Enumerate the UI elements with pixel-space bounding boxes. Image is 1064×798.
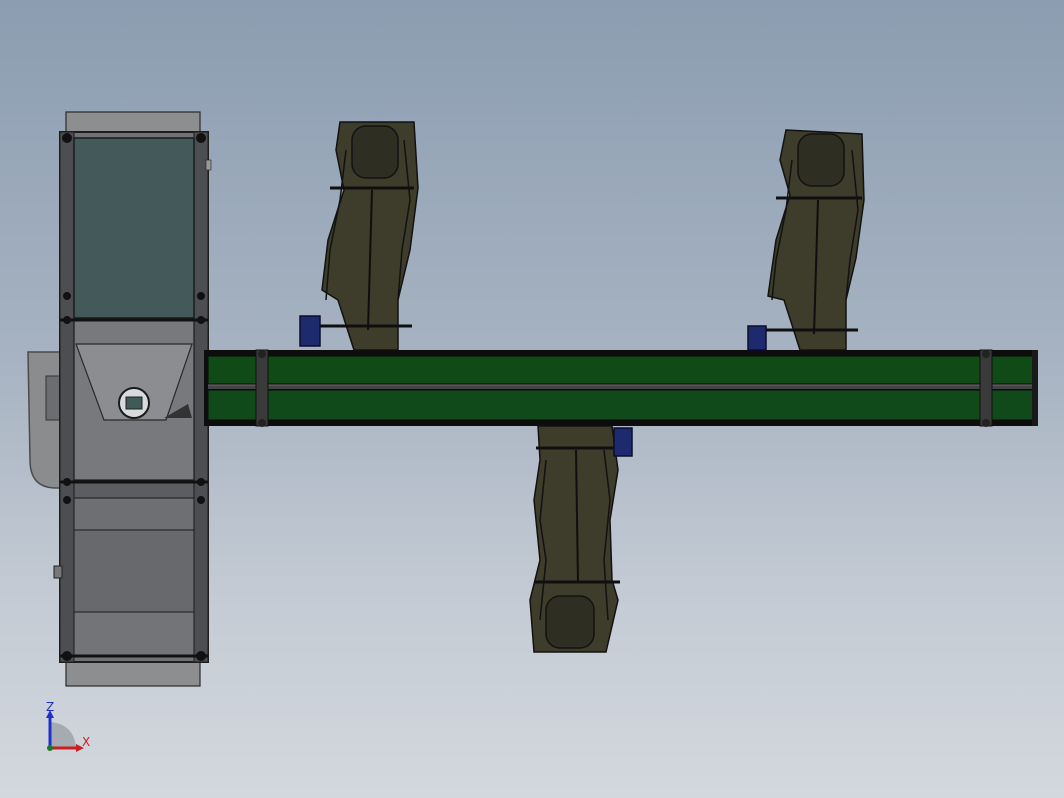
roller-bolt <box>258 419 266 427</box>
left-post <box>59 131 75 663</box>
roller-bolt <box>258 350 266 358</box>
chute-motor <box>747 325 767 351</box>
chute-roller-top <box>797 133 845 187</box>
lower-panel-4 <box>73 611 195 657</box>
roller-left <box>255 349 269 427</box>
lower-panel-2 <box>73 497 195 531</box>
chute-conveyor-1[interactable] <box>299 121 419 351</box>
conveyor-belt-lower <box>207 389 1035 421</box>
lower-panel-1 <box>73 481 195 499</box>
cad-viewport[interactable]: Z X <box>0 0 1064 798</box>
top-cap <box>65 111 201 135</box>
left-enclosure-assembly[interactable] <box>27 111 212 687</box>
chute-conveyor-2[interactable] <box>747 129 865 351</box>
main-conveyor[interactable] <box>204 349 1038 427</box>
chute-motor <box>613 427 633 457</box>
bottom-cap <box>65 661 201 687</box>
chute-roller-top <box>351 125 399 179</box>
roller-bolt <box>982 419 990 427</box>
side-fitting <box>205 159 212 171</box>
view-orientation-triad-icon: Z X <box>46 700 90 752</box>
triad-plane <box>50 722 76 748</box>
triad-z-label: Z <box>46 700 54 714</box>
triad-x-label: X <box>82 735 90 749</box>
conveyor-end-cap <box>1032 350 1038 426</box>
roller-right <box>979 349 993 427</box>
inspection-port-core <box>125 396 143 410</box>
conveyor-belt-upper <box>207 355 1035 385</box>
chute-roller-bottom <box>545 595 595 649</box>
lower-panel-3 <box>73 529 195 613</box>
chute-motor <box>299 315 321 347</box>
triad-origin <box>47 745 53 751</box>
viewing-window <box>73 137 195 319</box>
chute-conveyor-3[interactable] <box>529 425 633 653</box>
side-fitting <box>53 565 63 579</box>
roller-bolt <box>982 350 990 358</box>
